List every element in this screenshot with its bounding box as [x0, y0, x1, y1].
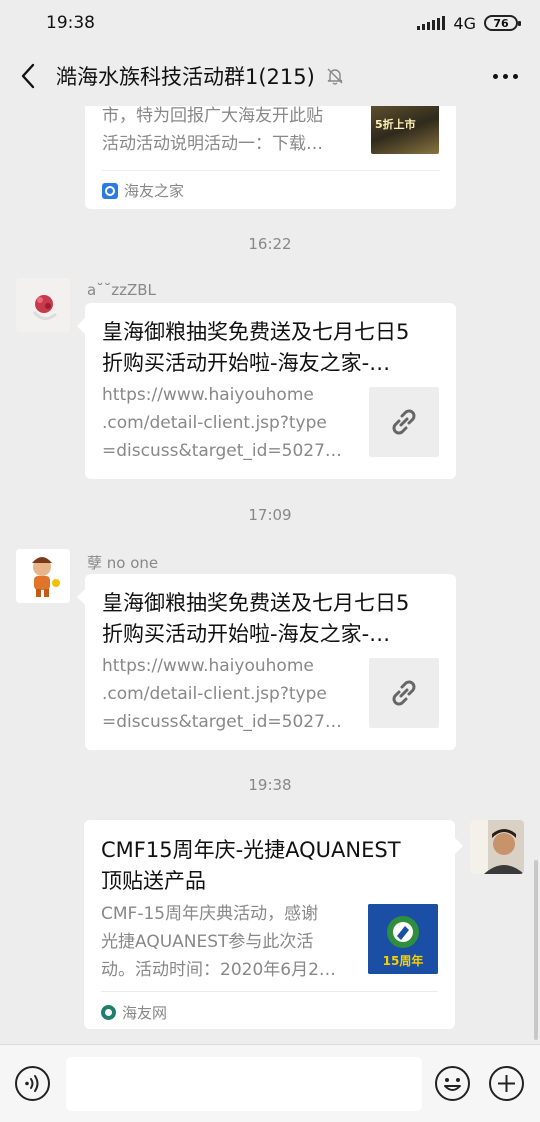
battery-icon: 76: [484, 15, 521, 31]
article-description-line: 动。活动时间：2020年6月2…: [101, 960, 336, 980]
sender-name: a˘˘zzZBL: [87, 281, 156, 299]
bubble-tail: [77, 589, 85, 605]
status-time: 19:38: [46, 13, 95, 33]
link-card[interactable]: 皇海御粮抽奖免费送及七月七日5 折购买活动开始啦-海友之家-… https://…: [85, 303, 456, 479]
article-title-line: CMF15周年庆-光捷AQUANEST: [101, 838, 401, 862]
chat-input-bar: [0, 1044, 540, 1122]
more-dots-icon[interactable]: [493, 64, 518, 88]
link-url-line: .com/detail-client.jsp?type: [102, 684, 327, 704]
back-arrow-icon: [21, 63, 35, 89]
avatar[interactable]: [470, 820, 524, 874]
link-card[interactable]: 皇海御粮抽奖免费送及七月七日5 折购买活动开始啦-海友之家-… https://…: [85, 574, 456, 750]
article-description-line: 光捷AQUANEST参与此次活: [101, 932, 314, 952]
link-icon: [369, 387, 439, 457]
sender-name: 孽 no one: [87, 554, 159, 572]
emoji-icon[interactable]: [434, 1065, 471, 1102]
article-description-line: CMF-15周年庆典活动，感谢: [101, 904, 319, 924]
signal-icon: [417, 16, 446, 30]
bubble-tail: [455, 838, 463, 854]
thumbnail-caption: 15周年: [382, 954, 424, 968]
message-input[interactable]: [66, 1057, 422, 1111]
network-type: 4G: [453, 13, 476, 33]
card-divider: [102, 170, 439, 171]
voice-icon[interactable]: [14, 1065, 51, 1102]
plus-icon[interactable]: [488, 1065, 525, 1102]
link-title-line: 皇海御粮抽奖免费送及七月七日5: [102, 320, 410, 344]
muted-bell-icon: [325, 66, 345, 86]
link-url-line: =discuss&target_id=5027…: [102, 441, 342, 461]
source-logo-icon: [101, 1005, 116, 1020]
scrollbar[interactable]: [534, 860, 538, 1040]
source-logo-icon: [102, 182, 118, 199]
message-timestamp: 17:09: [248, 506, 292, 524]
status-indicators: 4G 76: [417, 13, 521, 33]
article-description-line: 市，特为回报广大海友开此贴: [102, 106, 323, 126]
link-url-line: https://www.haiyouhome: [102, 385, 314, 405]
status-bar: 19:38 4G 76: [0, 0, 540, 46]
link-url-line: https://www.haiyouhome: [102, 656, 314, 676]
chat-title: 澔海水族科技活动群1(215): [56, 65, 315, 89]
chat-header: 澔海水族科技活动群1(215): [0, 46, 540, 106]
source-name: 海友网: [122, 1004, 168, 1022]
link-url-line: .com/detail-client.jsp?type: [102, 413, 327, 433]
bubble-tail: [77, 318, 85, 334]
article-description-line: 活动活动说明活动一：下载…: [102, 134, 323, 154]
avatar[interactable]: [16, 278, 70, 332]
link-title-line: 折购买活动开始啦-海友之家-…: [102, 351, 391, 375]
link-icon: [369, 658, 439, 728]
article-source: 海友之家: [102, 180, 184, 201]
link-title-line: 皇海御粮抽奖免费送及七月七日5: [102, 591, 410, 615]
thumbnail-caption: 5折上市: [375, 118, 416, 131]
article-source: 海友网: [101, 1002, 167, 1023]
message-timestamp: 19:38: [248, 776, 292, 794]
article-card[interactable]: CMF15周年庆-光捷AQUANEST 顶贴送产品 CMF-15周年庆典活动，感…: [84, 820, 455, 1029]
chat-message-list[interactable]: 市，特为回报广大海友开此贴 活动活动说明活动一：下载… 5折上市 海友之家 16…: [0, 106, 540, 1044]
article-title-line: 顶贴送产品: [101, 869, 206, 893]
back-button[interactable]: [0, 46, 56, 106]
message-timestamp: 16:22: [248, 235, 292, 253]
link-title-line: 折购买活动开始啦-海友之家-…: [102, 622, 391, 646]
article-card[interactable]: 市，特为回报广大海友开此贴 活动活动说明活动一：下载… 5折上市 海友之家: [85, 106, 456, 209]
article-thumbnail: 5折上市: [371, 106, 439, 154]
card-divider: [101, 991, 438, 992]
article-thumbnail: 15周年: [368, 904, 438, 974]
link-url-line: =discuss&target_id=5027…: [102, 712, 342, 732]
source-name: 海友之家: [124, 182, 185, 200]
avatar[interactable]: [16, 549, 70, 603]
battery-level: 76: [493, 16, 509, 30]
